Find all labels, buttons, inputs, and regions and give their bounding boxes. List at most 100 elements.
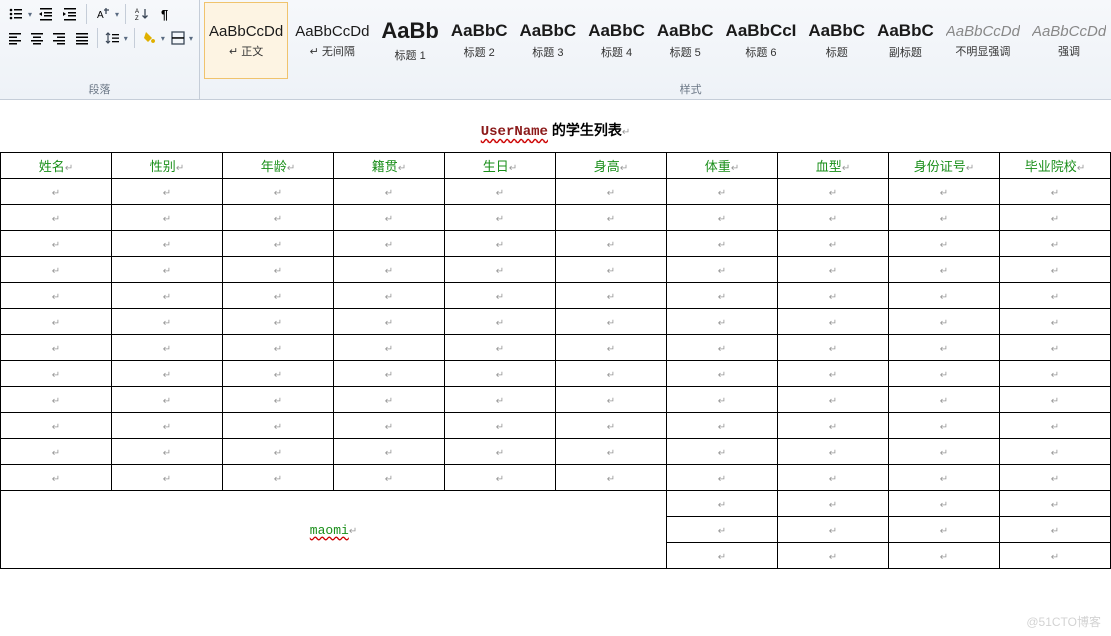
- table-cell[interactable]: ↵: [667, 387, 778, 413]
- table-cell[interactable]: ↵: [223, 309, 334, 335]
- table-cell[interactable]: ↵: [889, 413, 1000, 439]
- table-cell[interactable]: ↵: [1000, 543, 1111, 569]
- table-cell[interactable]: ↵: [667, 335, 778, 361]
- table-cell[interactable]: ↵: [778, 543, 889, 569]
- table-cell[interactable]: ↵: [667, 543, 778, 569]
- table-cell[interactable]: ↵: [889, 439, 1000, 465]
- table-cell[interactable]: ↵: [334, 465, 445, 491]
- table-cell[interactable]: ↵: [334, 335, 445, 361]
- align-right-icon[interactable]: [50, 28, 68, 48]
- table-cell[interactable]: ↵: [778, 413, 889, 439]
- table-cell[interactable]: ↵: [112, 257, 223, 283]
- table-cell[interactable]: ↵: [1, 205, 112, 231]
- table-cell[interactable]: ↵: [556, 283, 667, 309]
- table-cell[interactable]: ↵: [778, 439, 889, 465]
- style-option-3[interactable]: AaBbC标题 2: [446, 2, 513, 79]
- table-cell[interactable]: ↵: [667, 491, 778, 517]
- table-cell[interactable]: ↵: [1000, 439, 1111, 465]
- shading-icon[interactable]: [141, 28, 159, 48]
- table-cell[interactable]: ↵: [667, 283, 778, 309]
- table-cell[interactable]: ↵: [667, 361, 778, 387]
- table-cell[interactable]: ↵: [112, 361, 223, 387]
- table-cell[interactable]: ↵: [1000, 205, 1111, 231]
- table-cell[interactable]: ↵: [1000, 465, 1111, 491]
- style-option-8[interactable]: AaBbC标题: [803, 2, 870, 79]
- table-cell[interactable]: ↵: [1, 257, 112, 283]
- asian-layout-icon[interactable]: A: [93, 4, 113, 24]
- table-cell[interactable]: ↵: [445, 439, 556, 465]
- table-cell[interactable]: ↵: [778, 309, 889, 335]
- align-justify-icon[interactable]: [73, 28, 91, 48]
- style-option-10[interactable]: AaBbCcDd不明显强调: [941, 2, 1025, 79]
- table-cell[interactable]: ↵: [556, 231, 667, 257]
- table-cell[interactable]: ↵: [1000, 179, 1111, 205]
- table-cell[interactable]: ↵: [778, 491, 889, 517]
- table-cell[interactable]: ↵: [445, 335, 556, 361]
- table-cell[interactable]: ↵: [1000, 335, 1111, 361]
- table-cell[interactable]: ↵: [889, 387, 1000, 413]
- table-cell[interactable]: ↵: [889, 465, 1000, 491]
- table-cell[interactable]: ↵: [889, 335, 1000, 361]
- style-option-2[interactable]: AaBb标题 1: [376, 2, 443, 79]
- table-cell[interactable]: ↵: [889, 205, 1000, 231]
- line-spacing-icon[interactable]: [104, 28, 122, 48]
- table-cell[interactable]: ↵: [889, 283, 1000, 309]
- table-cell[interactable]: ↵: [223, 387, 334, 413]
- table-cell[interactable]: ↵: [112, 413, 223, 439]
- table-cell[interactable]: ↵: [445, 309, 556, 335]
- table-cell[interactable]: ↵: [1000, 387, 1111, 413]
- table-cell[interactable]: ↵: [334, 231, 445, 257]
- table-cell[interactable]: ↵: [1000, 491, 1111, 517]
- table-cell[interactable]: ↵: [334, 179, 445, 205]
- table-cell[interactable]: ↵: [112, 283, 223, 309]
- table-cell[interactable]: ↵: [112, 309, 223, 335]
- table-cell[interactable]: ↵: [556, 413, 667, 439]
- document-area[interactable]: UserName 的学生列表↵ 姓名↵性别↵年龄↵籍贯↵生日↵身高↵体重↵血型↵…: [0, 100, 1111, 569]
- table-cell[interactable]: ↵: [223, 413, 334, 439]
- table-cell[interactable]: ↵: [889, 309, 1000, 335]
- table-cell[interactable]: ↵: [889, 179, 1000, 205]
- table-cell[interactable]: ↵: [223, 205, 334, 231]
- table-cell[interactable]: ↵: [1000, 309, 1111, 335]
- table-cell[interactable]: ↵: [223, 439, 334, 465]
- table-cell[interactable]: ↵: [1, 179, 112, 205]
- bullet-list-icon[interactable]: [6, 4, 26, 24]
- table-cell[interactable]: ↵: [223, 465, 334, 491]
- table-cell[interactable]: ↵: [667, 231, 778, 257]
- table-cell[interactable]: ↵: [667, 465, 778, 491]
- table-cell[interactable]: ↵: [1, 413, 112, 439]
- table-cell[interactable]: ↵: [112, 439, 223, 465]
- table-cell[interactable]: ↵: [1, 439, 112, 465]
- table-cell[interactable]: ↵: [223, 179, 334, 205]
- table-cell[interactable]: ↵: [778, 257, 889, 283]
- table-cell[interactable]: ↵: [334, 309, 445, 335]
- table-cell[interactable]: ↵: [778, 283, 889, 309]
- student-table[interactable]: 姓名↵性别↵年龄↵籍贯↵生日↵身高↵体重↵血型↵身份证号↵毕业院校↵ ↵↵↵↵↵…: [0, 152, 1111, 569]
- table-cell[interactable]: ↵: [223, 361, 334, 387]
- table-cell[interactable]: ↵: [445, 361, 556, 387]
- table-cell[interactable]: ↵: [556, 309, 667, 335]
- table-cell[interactable]: ↵: [1000, 361, 1111, 387]
- table-cell[interactable]: ↵: [334, 205, 445, 231]
- table-cell[interactable]: ↵: [556, 387, 667, 413]
- table-cell[interactable]: ↵: [778, 361, 889, 387]
- table-cell[interactable]: ↵: [889, 361, 1000, 387]
- table-cell[interactable]: ↵: [667, 517, 778, 543]
- table-cell[interactable]: ↵: [223, 257, 334, 283]
- borders-icon[interactable]: [169, 28, 187, 48]
- table-cell[interactable]: ↵: [445, 231, 556, 257]
- table-cell[interactable]: ↵: [889, 543, 1000, 569]
- table-cell[interactable]: ↵: [445, 179, 556, 205]
- style-option-9[interactable]: AaBbC副标题: [872, 2, 939, 79]
- table-cell[interactable]: ↵: [1000, 517, 1111, 543]
- table-cell[interactable]: ↵: [445, 257, 556, 283]
- table-cell[interactable]: ↵: [889, 257, 1000, 283]
- table-cell[interactable]: ↵: [1, 309, 112, 335]
- table-cell[interactable]: ↵: [556, 361, 667, 387]
- table-cell[interactable]: ↵: [334, 283, 445, 309]
- table-cell[interactable]: ↵: [445, 465, 556, 491]
- table-cell[interactable]: ↵: [1, 387, 112, 413]
- table-cell[interactable]: ↵: [1, 465, 112, 491]
- table-cell[interactable]: ↵: [112, 387, 223, 413]
- table-cell[interactable]: ↵: [223, 283, 334, 309]
